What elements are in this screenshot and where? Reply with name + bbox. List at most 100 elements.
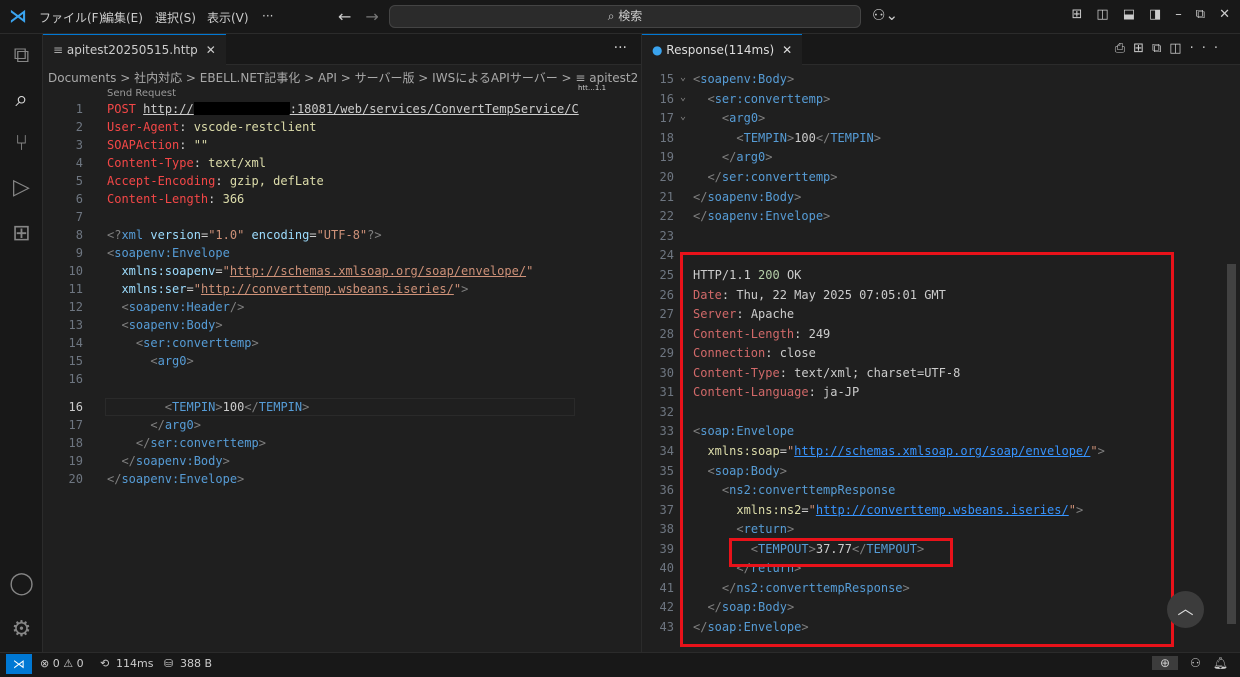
editor-tabbar: ≡ apitest20250515.http ✕ ··· <box>43 34 641 65</box>
fold-chevron-icon[interactable]: ⌄ <box>680 92 686 103</box>
line-number: 8 <box>75 228 83 242</box>
source-control-icon[interactable]: ⑂ <box>0 124 43 164</box>
code-line: <arg0> <box>150 354 194 368</box>
split-editor-icon[interactable]: ◫ <box>1169 41 1189 56</box>
search-icon[interactable]: ⌕ <box>0 80 43 120</box>
line-number: 17 <box>68 418 83 432</box>
send-request-codelens[interactable]: Send Request <box>107 88 176 99</box>
line-number: 15 <box>68 354 83 368</box>
breadcrumb[interactable]: Documents > 社内対応 > EBELL.NET記事化 > API > … <box>48 69 638 86</box>
response-size[interactable]: 388 B <box>180 657 212 670</box>
minimap[interactable]: htt…1.1 <box>578 84 633 194</box>
title-bar: ⋊ ファイル(F) 編集(E) 選択(S) 表示(V) ··· ←→ ⌕ 検索 … <box>0 0 1240 34</box>
menu-selection[interactable]: 選択(S) <box>155 9 196 26</box>
code-line: <TEMPIN>100</TEMPIN> <box>164 400 310 414</box>
toggle-secondary-sidebar-icon[interactable]: ◨ <box>1149 7 1161 22</box>
highlight-response-box <box>680 252 1174 647</box>
copilot-status-icon[interactable]: ⚇ <box>1190 656 1201 670</box>
line-number: 15 <box>659 72 674 86</box>
close-window-icon[interactable]: ✕ <box>1219 7 1230 22</box>
line-number: 34 <box>659 444 674 458</box>
line-number: 5 <box>75 174 83 188</box>
code-line: xmlns:soapenv="http://schemas.xmlsoap.or… <box>121 264 534 278</box>
line-number: 16 <box>68 372 83 386</box>
code-line: Accept-Encoding: gzip, defLate <box>107 174 324 188</box>
line-number: 17 <box>659 111 674 125</box>
code-line: </arg0> <box>721 150 773 164</box>
line-number: 41 <box>659 581 674 595</box>
line-number: 16 <box>68 400 83 414</box>
back-arrow-icon[interactable]: ← <box>338 7 365 26</box>
code-line: <arg0> <box>721 111 766 125</box>
code-line: SOAPAction: "" <box>107 138 209 152</box>
scrollbar-thumb[interactable] <box>1227 264 1236 624</box>
line-number: 23 <box>659 229 674 243</box>
close-icon[interactable]: ✕ <box>782 43 792 57</box>
nav-arrows: ←→ <box>338 7 393 26</box>
line-number: 40 <box>659 561 674 575</box>
status-right: ⊕ ⚇ 🔔︎ <box>1151 656 1228 670</box>
toggle-sidebar-icon[interactable]: ◫ <box>1096 7 1108 22</box>
save-response-icon[interactable]: ⎙ <box>1115 41 1133 56</box>
layout-customize-icon[interactable]: ⊞ <box>1072 7 1083 22</box>
minimap-label: htt…1.1 <box>578 84 607 92</box>
run-debug-icon[interactable]: ▷ <box>0 168 43 208</box>
size-icon: ⛁ <box>164 657 174 670</box>
line-number: 11 <box>68 282 83 296</box>
menu-file[interactable]: ファイル(F) <box>39 9 103 26</box>
code-line: </soapenv:Body> <box>121 454 230 468</box>
code-line: <soapenv:Header/> <box>121 300 245 314</box>
code-line: </arg0> <box>150 418 201 432</box>
menu-edit[interactable]: 編集(E) <box>102 9 143 26</box>
toggle-panel-icon[interactable]: ⬓ <box>1123 7 1135 22</box>
zoom-icon[interactable]: ⊕ <box>1151 656 1178 670</box>
minimize-icon[interactable]: – <box>1175 7 1182 22</box>
search-label: ⌕ 検索 <box>607 9 643 23</box>
restore-icon[interactable]: ⧉ <box>1196 7 1205 22</box>
code-line: <soapenv:Envelope <box>107 246 230 260</box>
line-number: 27 <box>659 307 674 321</box>
menu-more[interactable]: ··· <box>262 9 273 23</box>
fold-chevron-icon[interactable]: ⌄ <box>680 72 686 83</box>
copilot-icon[interactable]: ⚇⌄ <box>872 6 898 24</box>
line-number: 9 <box>75 246 83 260</box>
file-icon: ≡ <box>53 43 67 57</box>
manage-gear-icon[interactable]: ⚙ <box>0 610 43 650</box>
menu-view[interactable]: 表示(V) <box>207 9 249 26</box>
scroll-to-top-button[interactable]: ︿ <box>1167 591 1204 628</box>
explorer-icon[interactable]: ⧉ <box>0 36 43 76</box>
command-center-search[interactable]: ⌕ 検索 <box>389 5 861 28</box>
status-bar: ⋊ ⊗ 0 ⚠ 0 ⟲ 114ms ⛁ 388 B ⊕ ⚇ 🔔︎ <box>0 652 1240 677</box>
code-line: <soapenv:Body> <box>121 318 223 332</box>
line-number: 4 <box>75 156 83 170</box>
line-number: 3 <box>75 138 83 152</box>
code-line: <soapenv:Body> <box>693 72 795 86</box>
save-body-icon[interactable]: ⊞ <box>1133 41 1152 56</box>
fold-chevron-icon[interactable]: ⌄ <box>680 111 686 122</box>
more-actions-icon[interactable]: ··· <box>1190 41 1226 56</box>
remote-indicator-icon[interactable]: ⋊ <box>6 654 32 674</box>
vscode-logo-icon: ⋊ <box>9 6 27 27</box>
problems-status[interactable]: ⊗ 0 ⚠ 0 <box>40 657 84 670</box>
tab-response[interactable]: ● Response(114ms) ✕ <box>642 34 803 65</box>
line-number: 30 <box>659 366 674 380</box>
line-number: 19 <box>659 150 674 164</box>
response-time[interactable]: 114ms <box>116 657 153 670</box>
account-icon[interactable]: ◯ <box>0 564 43 604</box>
line-number: 18 <box>68 436 83 450</box>
history-icon[interactable]: ⟲ <box>100 657 109 670</box>
code-line: </ser:converttemp> <box>707 170 838 184</box>
line-number: 2 <box>75 120 83 134</box>
notifications-bell-icon[interactable]: 🔔︎ <box>1213 656 1228 670</box>
close-icon[interactable]: ✕ <box>206 43 216 57</box>
more-actions-icon[interactable]: ··· <box>614 40 627 56</box>
line-number: 12 <box>68 300 83 314</box>
line-number: 35 <box>659 464 674 478</box>
code-line: POST http://:18081/web/services/ConvertT… <box>107 102 579 116</box>
line-number: 10 <box>68 264 83 278</box>
tab-apitest[interactable]: ≡ apitest20250515.http ✕ <box>43 34 226 65</box>
extensions-icon[interactable]: ⊞ <box>0 214 43 254</box>
line-number: 31 <box>659 385 674 399</box>
copy-icon[interactable]: ⧉ <box>1152 41 1169 56</box>
code-line: <TEMPIN>100</TEMPIN> <box>736 131 881 145</box>
